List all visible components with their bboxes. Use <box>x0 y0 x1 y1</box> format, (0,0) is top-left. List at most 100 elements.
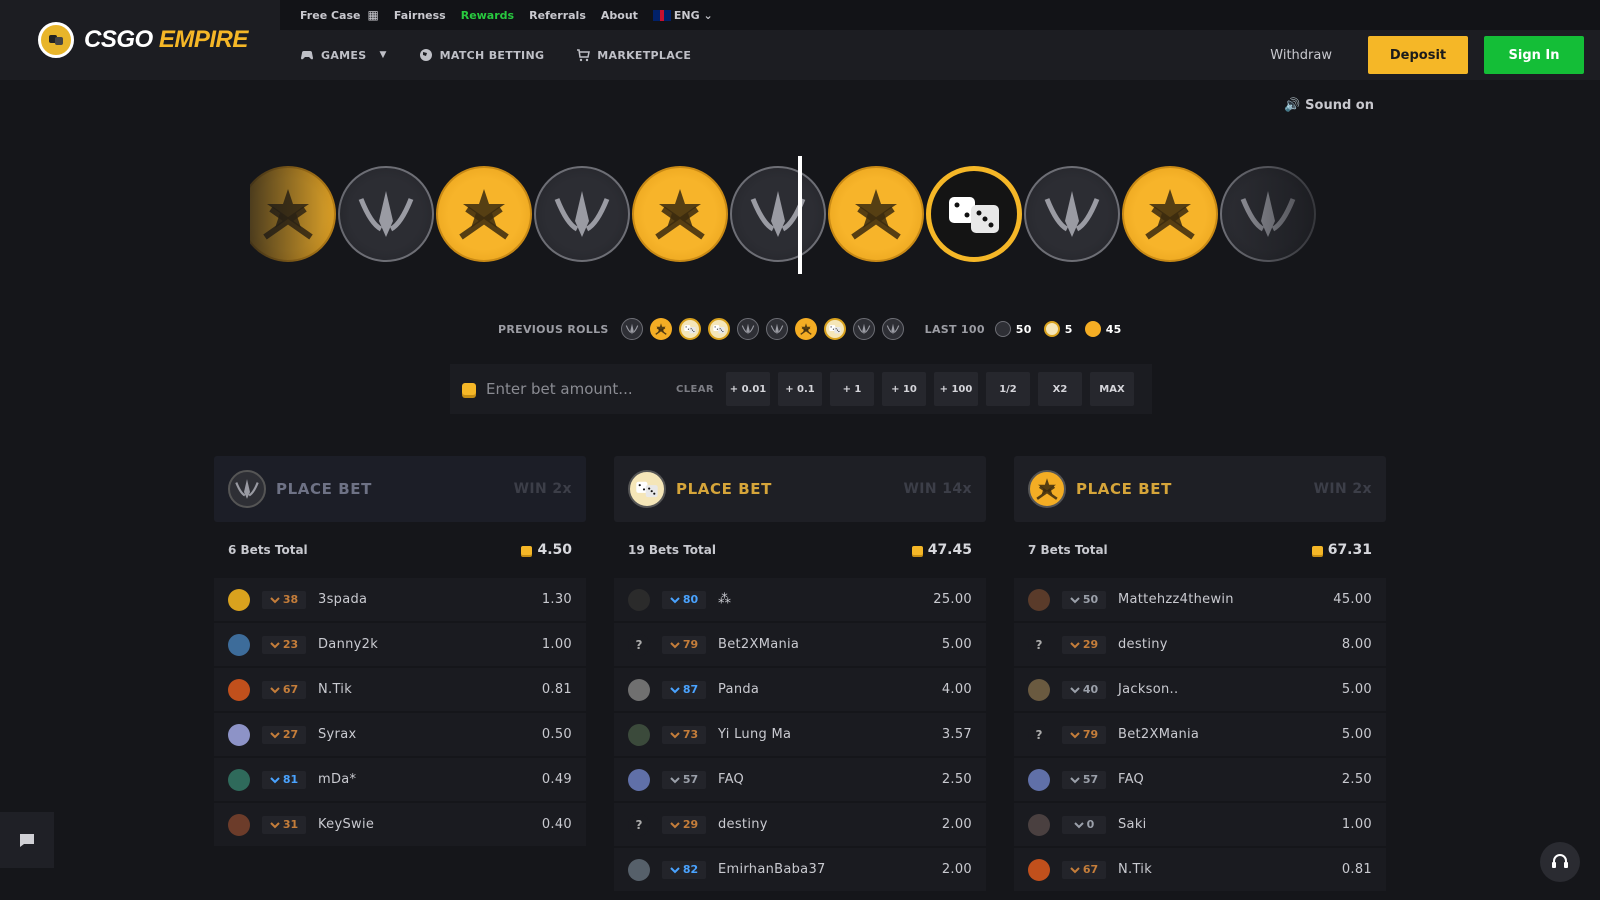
username[interactable]: N.Tik <box>318 682 542 697</box>
username[interactable]: destiny <box>718 817 942 832</box>
username[interactable]: Mattehzz4thewin <box>1118 592 1333 607</box>
roll-ct-icon <box>620 318 643 340</box>
quick-bet-button[interactable]: + 100 <box>933 372 978 406</box>
sign-in-button[interactable]: Sign In <box>1484 36 1584 74</box>
place-bet-button[interactable]: PLACE BET WIN 14x <box>614 456 986 522</box>
avatar[interactable] <box>628 768 650 791</box>
win-multiplier: WIN 2x <box>1313 481 1372 497</box>
bet-amount: 2.50 <box>941 772 972 787</box>
about-link[interactable]: About <box>601 9 638 22</box>
username[interactable]: mDa* <box>318 772 542 787</box>
nav-match-betting[interactable]: MATCH BETTING <box>419 48 545 62</box>
level-badge: 31 <box>262 815 306 834</box>
username[interactable]: FAQ <box>1118 772 1342 787</box>
avatar[interactable] <box>1028 768 1050 791</box>
quick-bet-button[interactable]: + 10 <box>881 372 926 406</box>
username[interactable]: Yi Lung Ma <box>718 727 942 742</box>
free-case-link[interactable]: Free Case <box>300 9 361 22</box>
avatar[interactable] <box>228 723 250 746</box>
clear-button[interactable]: CLEAR <box>676 384 714 395</box>
quick-bet-button[interactable]: 1/2 <box>985 372 1030 406</box>
last-100-label: LAST 100 <box>924 322 985 336</box>
avatar[interactable]: ? <box>1028 633 1050 656</box>
username[interactable]: N.Tik <box>1118 862 1342 877</box>
username[interactable]: Syrax <box>318 727 542 742</box>
avatar[interactable]: ? <box>628 813 650 836</box>
username[interactable]: ⁂ <box>718 592 933 607</box>
username[interactable]: destiny <box>1118 637 1342 652</box>
quick-bet-button[interactable]: X2 <box>1037 372 1082 406</box>
avatar[interactable] <box>628 588 650 611</box>
bets-total-value: 4.50 <box>521 542 572 558</box>
caret-down-icon: ▼ <box>379 50 387 60</box>
avatar[interactable]: ? <box>628 633 650 656</box>
coins-icon <box>911 545 923 555</box>
chat-toggle-button[interactable] <box>0 812 54 868</box>
username[interactable]: Bet2XMania <box>718 637 942 652</box>
rank-icon <box>670 866 680 873</box>
level-badge: 40 <box>1062 680 1106 699</box>
place-bet-button[interactable]: PLACE BET WIN 2x <box>214 456 586 522</box>
username[interactable]: Bet2XMania <box>1118 727 1342 742</box>
globe-icon <box>419 49 432 61</box>
avatar[interactable] <box>228 813 250 836</box>
bet-column-t: PLACE BET WIN 2x 7 Bets Total 67.31 50 Matteh… <box>1014 456 1386 893</box>
fairness-link[interactable]: Fairness <box>394 9 446 22</box>
username[interactable]: Jackson.. <box>1118 682 1342 697</box>
withdraw-link[interactable]: Withdraw <box>1270 48 1332 63</box>
strip-fade-right <box>1220 160 1350 270</box>
avatar[interactable] <box>1028 813 1050 836</box>
avatar[interactable] <box>628 678 650 701</box>
bets-total: 6 Bets Total 4.50 <box>214 522 586 578</box>
win-multiplier: WIN 2x <box>513 481 572 497</box>
quick-bet-button[interactable]: + 1 <box>829 372 874 406</box>
bet-amount: 0.81 <box>1341 862 1372 877</box>
deposit-button[interactable]: Deposit <box>1368 36 1468 74</box>
sound-toggle[interactable]: 🔊 Sound on <box>1284 98 1374 113</box>
avatar[interactable] <box>628 723 650 746</box>
quick-bet-buttons: + 0.01 + 0.1 + 1 + 10 + 100 1/2 X2 MAX <box>725 372 1142 406</box>
nav-games[interactable]: GAMES ▼ <box>300 48 387 62</box>
referrals-link[interactable]: Referrals <box>529 9 586 22</box>
level-badge: 79 <box>1062 725 1106 744</box>
username[interactable]: Panda <box>718 682 942 697</box>
roll-ct-icon <box>765 318 788 340</box>
gamepad-icon <box>301 51 313 60</box>
username[interactable]: 3spada <box>318 592 542 607</box>
avatar[interactable] <box>228 588 250 611</box>
username[interactable]: Saki <box>1118 817 1342 832</box>
avatar[interactable] <box>628 858 650 881</box>
avatar[interactable] <box>228 633 250 656</box>
roll-t-icon <box>794 318 817 340</box>
avatar[interactable] <box>1028 858 1050 881</box>
bet-row: 80 ⁂ 25.00 <box>614 578 986 621</box>
avatar[interactable] <box>228 678 250 701</box>
username[interactable]: KeySwie <box>318 817 542 832</box>
avatar[interactable] <box>1028 678 1050 701</box>
rewards-link[interactable]: Rewards <box>461 9 514 22</box>
bet-amount: 5.00 <box>1341 682 1372 697</box>
username[interactable]: FAQ <box>718 772 942 787</box>
level-badge: 81 <box>262 770 306 789</box>
nav-marketplace[interactable]: MARKETPLACE <box>576 48 691 62</box>
quick-bet-button[interactable]: + 0.01 <box>725 372 770 406</box>
username[interactable]: Danny2k <box>318 637 542 652</box>
quick-bet-button[interactable]: + 0.1 <box>777 372 822 406</box>
quick-bet-button[interactable]: MAX <box>1089 372 1134 406</box>
support-button[interactable] <box>1540 842 1580 882</box>
username[interactable]: EmirhanBaba37 <box>718 862 942 877</box>
roll-ct-icon <box>852 318 875 340</box>
bet-amount-input[interactable] <box>486 380 676 398</box>
language-selector[interactable]: ENG ⌄ <box>652 9 713 22</box>
bet-row: 87 Panda 4.00 <box>614 668 986 711</box>
roll-dice-icon <box>678 318 701 340</box>
avatar[interactable] <box>1028 588 1050 611</box>
level-badge: 67 <box>262 680 306 699</box>
bets-total: 7 Bets Total 67.31 <box>1014 522 1386 578</box>
logo[interactable]: CSGO EMPIRE <box>0 0 280 80</box>
avatar[interactable]: ? <box>1028 723 1050 746</box>
avatar[interactable] <box>228 768 250 791</box>
win-multiplier: WIN 14x <box>903 481 972 497</box>
roulette-marker <box>798 156 802 274</box>
place-bet-button[interactable]: PLACE BET WIN 2x <box>1014 456 1386 522</box>
